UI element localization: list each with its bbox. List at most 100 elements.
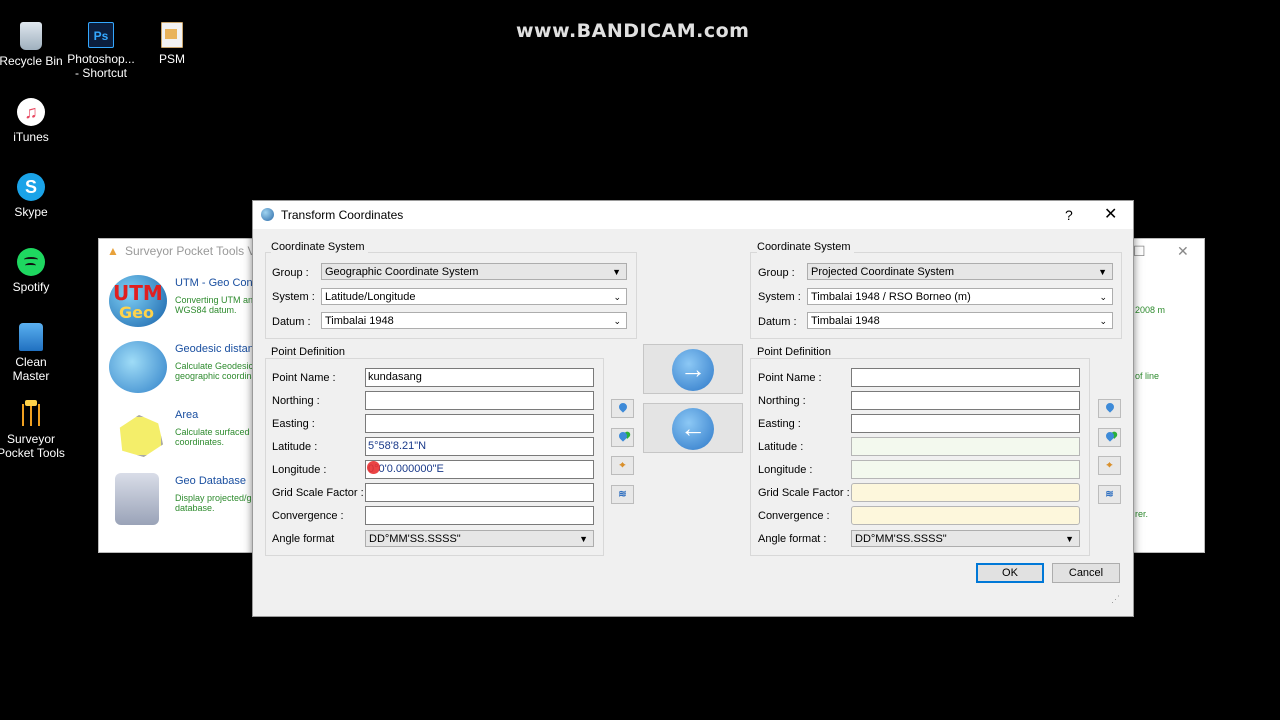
- left-convert-button[interactable]: ≋: [611, 485, 634, 504]
- left-northing-input[interactable]: [365, 391, 594, 410]
- transform-coordinates-dialog: Transform Coordinates ? ✕ Coordinate Sys…: [252, 200, 1134, 617]
- tool-description: Calculate Geodesic geographic coordina: [175, 361, 257, 381]
- map-pin-add-icon: [616, 430, 629, 442]
- map-pin-add-icon: [1103, 430, 1116, 442]
- desktop-icon-spotify[interactable]: Spotify: [0, 248, 66, 294]
- tripod-icon: ▲: [107, 244, 119, 258]
- desktop-icon-photoshop[interactable]: Ps Photoshop... - Shortcut: [66, 22, 136, 80]
- dropdown-arrow-icon: ▼: [612, 267, 621, 277]
- globe-icon: [109, 341, 167, 393]
- tool-name[interactable]: Geo Database: [175, 475, 246, 487]
- select-value: DD°MM'SS.SSSS": [369, 533, 461, 545]
- tool-name[interactable]: Geodesic distanc: [175, 343, 259, 355]
- left-easting-input[interactable]: [365, 414, 594, 433]
- left-longitude-input[interactable]: 0°0'0.000000"E: [365, 460, 594, 479]
- desktop-icon-label: Recycle Bin: [0, 54, 63, 68]
- close-icon[interactable]: ✕: [1177, 239, 1189, 263]
- left-add-point-button[interactable]: [611, 428, 634, 447]
- field-label: Convergence :: [758, 510, 830, 522]
- spotify-icon: [17, 248, 45, 276]
- left-map-button[interactable]: ⌖: [611, 456, 634, 475]
- right-convert-button[interactable]: ≋: [1098, 485, 1121, 504]
- right-datum-select[interactable]: Timbalai 1948 ⌄: [807, 312, 1113, 329]
- select-value: Latitude/Longitude: [325, 291, 416, 303]
- side-text: rer.: [1135, 509, 1149, 519]
- field-label: Grid Scale Factor :: [758, 487, 850, 499]
- left-datum-select[interactable]: Timbalai 1948 ⌄: [321, 312, 627, 329]
- desktop-icon-label: Photoshop...: [67, 52, 135, 66]
- field-label: Latitude :: [272, 441, 318, 453]
- field-label: System :: [272, 291, 315, 303]
- field-label: Convergence :: [272, 510, 344, 522]
- recycle-bin-icon: [20, 22, 42, 50]
- left-latitude-input[interactable]: 5°58'8.21"N: [365, 437, 594, 456]
- dropdown-arrow-icon: ▼: [1098, 267, 1107, 277]
- right-point-name-input[interactable]: [851, 368, 1080, 387]
- group-title: Coordinate System: [271, 241, 368, 253]
- desktop-icon-psm[interactable]: PSM: [137, 22, 207, 66]
- group-title: Point Definition: [271, 346, 348, 358]
- right-group-select[interactable]: Projected Coordinate System ▼: [807, 263, 1113, 280]
- field-label: Latitude :: [758, 441, 804, 453]
- dialog-titlebar: Transform Coordinates ? ✕: [253, 201, 1133, 229]
- field-label: System :: [758, 291, 801, 303]
- tool-name[interactable]: Area: [175, 409, 198, 421]
- tool-name[interactable]: UTM - Geo Conve: [175, 277, 264, 289]
- desktop-icon-label: Spotify: [12, 280, 50, 294]
- tool-description: Display projected/g database.: [175, 493, 252, 513]
- close-button[interactable]: ✕: [1104, 201, 1117, 229]
- left-grid-scale-factor-input[interactable]: [365, 483, 594, 502]
- field-label: Datum :: [272, 316, 311, 328]
- mouse-click-indicator: [367, 461, 380, 474]
- left-angle-format-select[interactable]: DD°MM'SS.SSSS" ▼: [365, 530, 594, 547]
- left-system-select[interactable]: Latitude/Longitude ⌄: [321, 288, 627, 305]
- right-easting-input[interactable]: [851, 414, 1080, 433]
- right-grid-scale-factor-input[interactable]: [851, 483, 1080, 502]
- right-system-select[interactable]: Timbalai 1948 / RSO Borneo (m) ⌄: [807, 288, 1113, 305]
- select-value: Projected Coordinate System: [811, 266, 955, 278]
- cancel-button[interactable]: Cancel: [1052, 563, 1120, 583]
- map-marker-icon: ⌖: [1106, 460, 1113, 471]
- polygon-area-icon: [109, 407, 167, 459]
- map-pin-icon: [1103, 401, 1116, 413]
- tool-description: Calculate surfaced a coordinates.: [175, 427, 258, 447]
- field-label: Northing :: [758, 395, 806, 407]
- desktop-icon-surveyor[interactable]: Surveyor Pocket Tools: [0, 398, 66, 460]
- right-longitude-input[interactable]: [851, 460, 1080, 479]
- ok-button[interactable]: OK: [976, 563, 1044, 583]
- desktop-icon-label: Clean Master: [12, 355, 50, 383]
- desktop-icon-skype[interactable]: S Skype: [0, 173, 66, 219]
- left-point-name-input[interactable]: kundasang: [365, 368, 594, 387]
- transform-backward-button[interactable]: ←: [643, 403, 743, 453]
- right-point-definition-group: [750, 358, 1090, 556]
- arrow-right-icon: →: [672, 349, 714, 391]
- right-pick-point-button[interactable]: [1098, 399, 1121, 418]
- bandicam-watermark: www.BANDICAM.com: [516, 20, 750, 42]
- right-northing-input[interactable]: [851, 391, 1080, 410]
- map-pin-icon: [616, 401, 629, 413]
- transform-forward-button[interactable]: →: [643, 344, 743, 394]
- right-map-button[interactable]: ⌖: [1098, 456, 1121, 475]
- field-label: Group :: [272, 267, 309, 279]
- desktop-icon-label-line2: Pocket Tools: [0, 446, 65, 460]
- select-value: Timbalai 1948: [325, 315, 394, 327]
- right-add-point-button[interactable]: [1098, 428, 1121, 447]
- chevron-down-icon: ⌄: [613, 316, 621, 326]
- left-convergence-input[interactable]: [365, 506, 594, 525]
- field-label: Longitude :: [758, 464, 813, 476]
- maximize-icon[interactable]: ☐: [1133, 239, 1146, 263]
- left-pick-point-button[interactable]: [611, 399, 634, 418]
- desktop-icon-recycle-bin[interactable]: Recycle Bin: [0, 22, 66, 68]
- desktop-icon-label: Surveyor: [6, 432, 56, 446]
- utm-logo-text: UTM: [113, 281, 163, 305]
- help-button[interactable]: ?: [1065, 201, 1073, 229]
- resize-grip-icon[interactable]: ⋰: [1111, 594, 1120, 605]
- right-convergence-input[interactable]: [851, 506, 1080, 525]
- document-icon: [161, 22, 183, 48]
- desktop-icon-itunes[interactable]: ♫ iTunes: [0, 98, 66, 144]
- field-label: Northing :: [272, 395, 320, 407]
- desktop-icon-clean-master[interactable]: Clean Master: [0, 323, 66, 383]
- left-group-select[interactable]: Geographic Coordinate System ▼: [321, 263, 627, 280]
- right-latitude-input[interactable]: [851, 437, 1080, 456]
- right-angle-format-select[interactable]: DD°MM'SS.SSSS" ▼: [851, 530, 1080, 547]
